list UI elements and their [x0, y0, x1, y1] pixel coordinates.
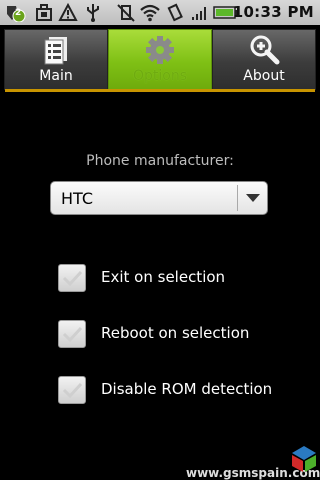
checkmark-icon	[62, 270, 83, 287]
tab-main-label: Main	[39, 68, 73, 84]
checkmark-icon	[62, 326, 83, 343]
reboot-on-selection-checkbox[interactable]	[58, 320, 86, 348]
briefcase-icon	[36, 4, 52, 21]
warning-icon	[58, 3, 78, 21]
gear-icon	[146, 36, 174, 64]
exit-on-selection-checkbox[interactable]	[58, 264, 86, 292]
disable-rom-detection-label: Disable ROM detection	[101, 380, 273, 398]
checkmark-icon	[62, 382, 83, 399]
status-bar: 2 10:33 PM	[0, 0, 320, 25]
spinner-divider	[237, 185, 238, 211]
tab-underline	[5, 89, 315, 92]
manufacturer-label: Phone manufacturer:	[86, 153, 234, 169]
manufacturer-value: HTC	[61, 189, 94, 208]
tab-options-label: Options	[132, 68, 188, 84]
usb-icon	[87, 4, 99, 22]
manufacturer-spinner[interactable]: HTC	[50, 181, 268, 215]
watermark-logo-icon	[292, 446, 316, 472]
tab-about-label: About	[243, 68, 285, 84]
tab-about[interactable]: About	[212, 29, 316, 90]
disable-rom-detection-row[interactable]: Disable ROM detection	[58, 376, 318, 404]
disable-rom-detection-checkbox[interactable]	[58, 376, 86, 404]
magnifier-plus-icon	[250, 35, 280, 65]
notification-count: 2	[15, 8, 22, 18]
vibrate-off-icon	[117, 4, 135, 22]
tab-options[interactable]: Options	[108, 29, 212, 90]
clock: 10:33 PM	[232, 3, 314, 21]
tab-bar: Main Options About	[0, 25, 320, 94]
tab-main[interactable]: Main	[4, 29, 108, 90]
wifi-icon	[140, 4, 160, 22]
exit-on-selection-row[interactable]: Exit on selection	[58, 264, 318, 292]
vibrate-icon	[167, 3, 183, 22]
reboot-on-selection-row[interactable]: Reboot on selection	[58, 320, 318, 348]
exit-on-selection-label: Exit on selection	[101, 268, 226, 286]
signal-icon	[192, 7, 206, 20]
chevron-down-icon	[246, 194, 260, 202]
reboot-on-selection-label: Reboot on selection	[101, 324, 250, 342]
document-list-icon	[44, 37, 67, 65]
